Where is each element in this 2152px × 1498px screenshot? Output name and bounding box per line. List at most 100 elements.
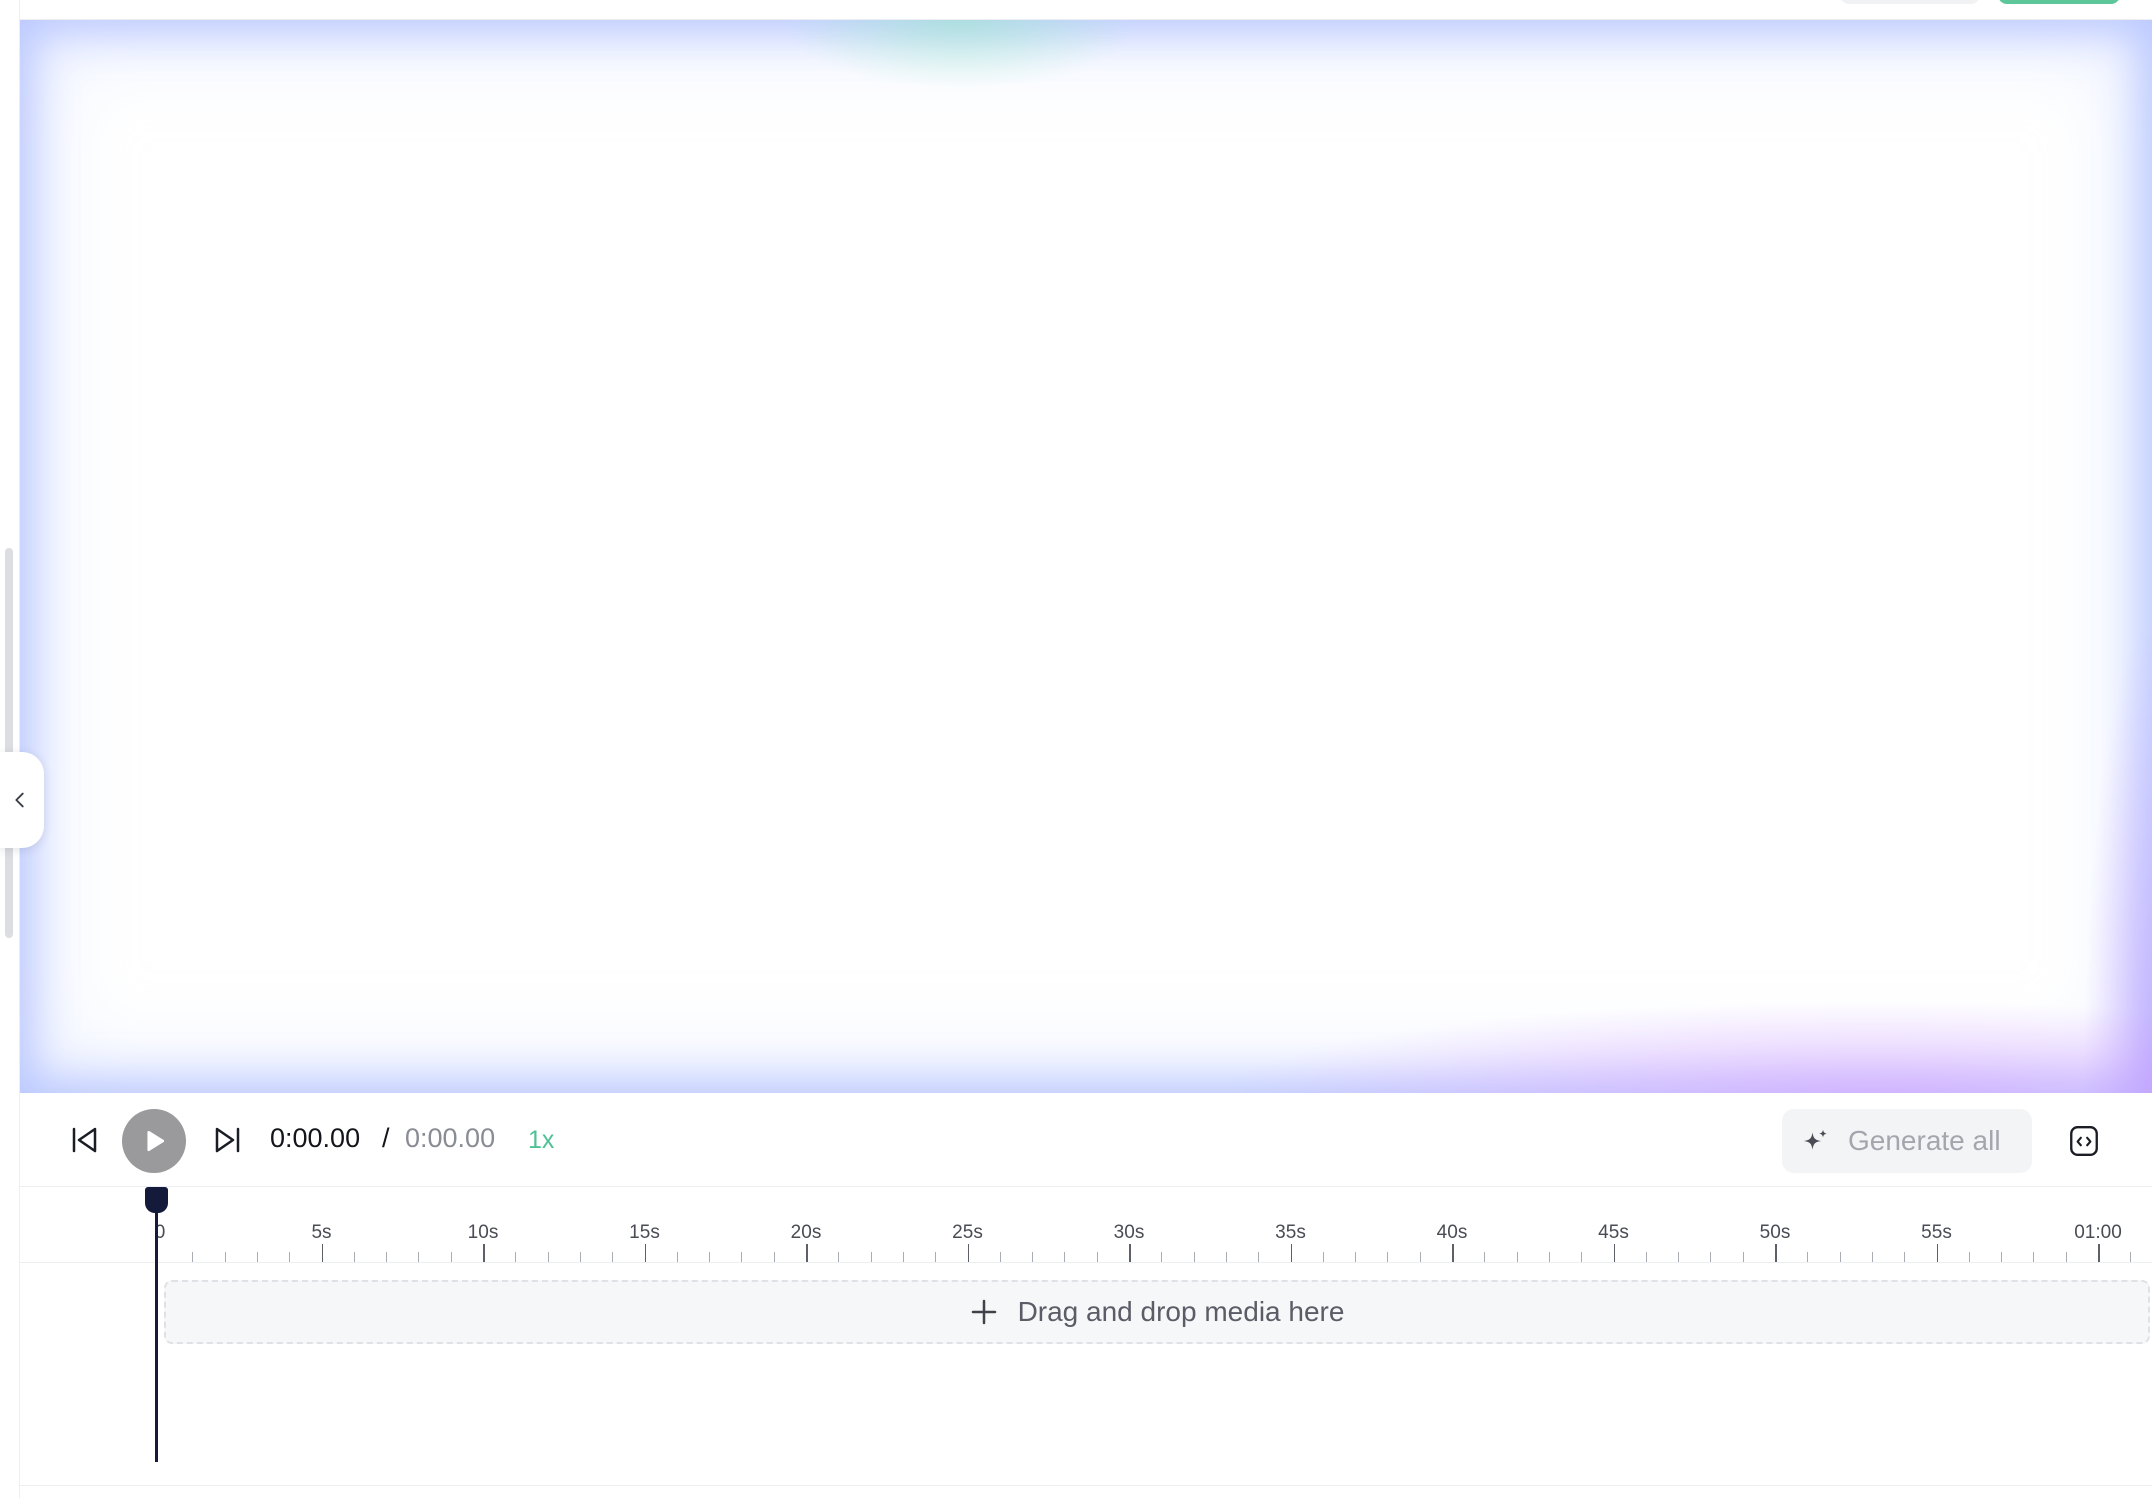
- ruler-minor-tick: [1484, 1252, 1486, 1262]
- playhead-handle[interactable]: [145, 1187, 168, 1213]
- ruler-minor-tick: [450, 1252, 452, 1262]
- ruler-label: 55s: [1921, 1222, 1952, 1243]
- plus-icon: [971, 1299, 996, 1325]
- ruler-minor-tick: [2130, 1252, 2132, 1262]
- ruler-minor-tick: [1904, 1252, 1906, 1262]
- canvas-glow-decoration: [1220, 1000, 2152, 1093]
- video-editor: 0:00.00 / 0:00.00 1x Generate all 0 5s 10s…: [0, 0, 2152, 1498]
- ruler-major-tick: [644, 1244, 646, 1262]
- ruler-minor-tick: [1387, 1252, 1389, 1262]
- skip-back-button[interactable]: [64, 1120, 104, 1160]
- ruler-label: 35s: [1275, 1222, 1306, 1243]
- ruler-minor-tick: [1871, 1252, 1873, 1262]
- ruler-major-tick: [2098, 1244, 2100, 1262]
- ruler-minor-tick: [935, 1252, 937, 1262]
- canvas-glow-decoration: [780, 20, 1140, 90]
- top-primary-button[interactable]: [1998, 0, 2120, 4]
- ruler-label: 50s: [1759, 1222, 1791, 1243]
- ruler-minor-tick: [1419, 1252, 1421, 1262]
- preview-canvas[interactable]: [20, 20, 2152, 1093]
- timeline-ruler[interactable]: 0 5s 10s 15s 20s 25s 30s 35s 40s 45s 50s 55s 01:00: [20, 1187, 2152, 1263]
- drop-zone-label: Drag and drop media here: [1017, 1296, 1345, 1327]
- play-button[interactable]: [122, 1109, 186, 1173]
- ruler-label: 15s: [629, 1222, 660, 1243]
- ruler-major-tick: [1936, 1244, 1938, 1262]
- ruler-minor-tick: [612, 1252, 614, 1262]
- ruler-minor-tick: [773, 1252, 775, 1262]
- code-file-icon: [2070, 1126, 2098, 1156]
- total-time: 0:00.00: [405, 1123, 496, 1153]
- ruler-minor-tick: [1096, 1252, 1098, 1262]
- ruler-minor-tick: [418, 1252, 420, 1262]
- playback-speed-button[interactable]: 1x: [528, 1126, 554, 1155]
- embed-code-button[interactable]: [2062, 1119, 2106, 1163]
- ruler-minor-tick: [1968, 1252, 1970, 1262]
- ruler-minor-tick: [1548, 1252, 1550, 1262]
- generate-all-button[interactable]: Generate all: [1782, 1109, 2032, 1173]
- left-panel-rail: [0, 0, 20, 1498]
- ruler-minor-tick: [1258, 1252, 1260, 1262]
- ruler-major-tick: [483, 1244, 485, 1262]
- skip-back-icon: [72, 1127, 97, 1153]
- current-time: 0:00.00: [270, 1123, 361, 1153]
- skip-forward-button[interactable]: [208, 1120, 248, 1160]
- ruler-minor-tick: [256, 1252, 258, 1262]
- ruler-label: 30s: [1113, 1222, 1145, 1243]
- ruler-minor-tick: [2001, 1252, 2003, 1262]
- ruler-minor-tick: [1193, 1252, 1195, 1262]
- ruler-minor-tick: [386, 1252, 388, 1262]
- ruler-minor-tick: [999, 1252, 1001, 1262]
- play-icon: [147, 1130, 165, 1152]
- ruler-label: 25s: [952, 1222, 983, 1243]
- ruler-minor-tick: [353, 1252, 355, 1262]
- top-secondary-button[interactable]: [1840, 0, 1980, 4]
- ruler-minor-tick: [2033, 1252, 2035, 1262]
- media-drop-zone[interactable]: Drag and drop media here: [164, 1280, 2150, 1344]
- time-separator: /: [382, 1123, 390, 1153]
- ruler-minor-tick: [289, 1252, 291, 1262]
- ruler-minor-tick: [224, 1252, 226, 1262]
- generate-all-label: Generate all: [1848, 1125, 2001, 1156]
- sparkle-icon: [1803, 1129, 1827, 1150]
- ruler-major-tick: [1290, 1244, 1292, 1262]
- ruler-minor-tick: [741, 1252, 743, 1262]
- ruler-major-tick: [1452, 1244, 1454, 1262]
- timeline-track-area: Drag and drop media here: [20, 1263, 2152, 1485]
- ruler-minor-tick: [1678, 1252, 1680, 1262]
- chevron-left-icon: [15, 792, 24, 808]
- ruler-label: 5s: [311, 1222, 332, 1243]
- ruler-major-tick: [806, 1244, 808, 1262]
- ruler-label: 40s: [1436, 1222, 1468, 1243]
- ruler-minor-tick: [1355, 1252, 1357, 1262]
- ruler-minor-tick: [1710, 1252, 1712, 1262]
- top-toolbar-edge: [20, 0, 2152, 20]
- playhead-line: [155, 1200, 158, 1462]
- ruler-minor-tick: [1839, 1252, 1841, 1262]
- ruler-minor-tick: [1032, 1252, 1034, 1262]
- ruler-minor-tick: [870, 1252, 872, 1262]
- skip-forward-icon: [215, 1127, 240, 1153]
- ruler-minor-tick: [192, 1252, 194, 1262]
- ruler-major-tick: [1613, 1244, 1615, 1262]
- ruler-minor-tick: [1645, 1252, 1647, 1262]
- ruler-minor-tick: [1516, 1252, 1518, 1262]
- ruler-minor-tick: [709, 1252, 711, 1262]
- ruler-label: 10s: [467, 1222, 499, 1243]
- ruler-minor-tick: [547, 1252, 549, 1262]
- left-panel-scrollbar[interactable]: [5, 548, 13, 938]
- ruler-minor-tick: [1064, 1252, 1066, 1262]
- ruler-major-tick: [1129, 1244, 1131, 1262]
- ruler-minor-tick: [1807, 1252, 1809, 1262]
- playback-controls: 0:00.00 / 0:00.00 1x Generate all: [20, 1093, 2152, 1187]
- ruler-minor-tick: [1581, 1252, 1583, 1262]
- ruler-minor-tick: [676, 1252, 678, 1262]
- collapse-panel-button[interactable]: [0, 752, 44, 848]
- ruler-minor-tick: [902, 1252, 904, 1262]
- ruler-minor-tick: [838, 1252, 840, 1262]
- ruler-label: 01:00: [2074, 1222, 2122, 1243]
- ruler-minor-tick: [1322, 1252, 1324, 1262]
- ruler-minor-tick: [2065, 1252, 2067, 1262]
- ruler-minor-tick: [1225, 1252, 1227, 1262]
- ruler-major-tick: [1775, 1244, 1777, 1262]
- bottom-divider: [20, 1485, 2152, 1486]
